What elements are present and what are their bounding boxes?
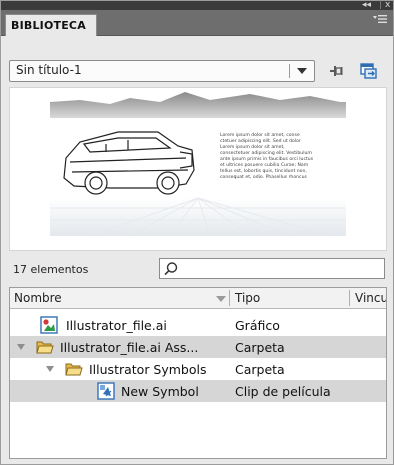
item-type: Carpeta (235, 362, 285, 377)
item-count: 17 elementos (13, 263, 89, 276)
expand-arrow-icon[interactable] (46, 366, 54, 372)
column-divider[interactable] (229, 290, 230, 306)
preview-line: Lorem ipsum dolor sit amet, (220, 144, 285, 150)
preview-line: ctetuer adipiscing elit. Sed ut dolor (220, 138, 301, 144)
item-type: Carpeta (235, 340, 285, 355)
collapse-icon[interactable]: ◂◂ (362, 0, 371, 10)
panel-menu-icon[interactable] (373, 13, 387, 27)
column-header-linkage[interactable]: Vincul (355, 291, 386, 305)
preview-line: ante ipsum primis in faucibus orci luctu… (220, 156, 314, 162)
title-separator: | (379, 0, 383, 10)
list-item[interactable]: New Symbol Clip de película (10, 380, 386, 402)
item-name: Illustrator_file.ai Ass... (60, 340, 199, 355)
symbol-preview: Lorem ipsum dolor sit amet, conse ctetue… (9, 87, 387, 251)
list-item[interactable]: Illustrator Symbols Carpeta (10, 358, 386, 380)
pin-icon[interactable] (325, 60, 347, 82)
panel-title-strip: ◂◂ | x (1, 0, 393, 10)
item-type: Clip de película (235, 384, 331, 399)
dropdown-divider (289, 64, 290, 78)
item-type: Gráfico (235, 318, 280, 333)
preview-artwork: Lorem ipsum dolor sit amet, conse ctetue… (50, 92, 346, 237)
graphic-symbol-icon (40, 316, 58, 334)
item-name: New Symbol (121, 384, 199, 399)
expand-arrow-icon[interactable] (17, 344, 25, 350)
chevron-down-icon[interactable] (297, 68, 307, 74)
column-header-name[interactable]: Nombre (14, 291, 62, 305)
preview-line: consectetuer adipiscing elit. Vestibulum (220, 150, 312, 156)
search-icon (164, 262, 178, 276)
column-divider[interactable] (349, 290, 350, 306)
document-dropdown-value: Sin título-1 (16, 63, 82, 77)
movie-clip-icon (97, 382, 115, 400)
folder-icon (65, 363, 83, 376)
preview-line: Lorem ipsum dolor sit amet, conse (220, 132, 300, 138)
panel-tab-row: BIBLIOTECA (1, 10, 393, 36)
sort-arrow-icon[interactable] (216, 296, 226, 302)
library-panel: ◂◂ | x BIBLIOTECA Sin título-1 Lorem ips… (0, 0, 394, 465)
preview-line: tellus est, lobortis quis, tincidunt non… (220, 168, 307, 174)
list-item[interactable]: Illustrator_file.ai Ass... Carpeta (10, 336, 386, 358)
tab-biblioteca[interactable]: BIBLIOTECA (5, 14, 97, 36)
item-name: Illustrator_file.ai (66, 318, 167, 333)
close-icon[interactable]: x (385, 0, 390, 10)
new-library-panel-icon[interactable] (357, 60, 379, 82)
preview-line: consequat et, odio. Phasellus rhoncus (220, 174, 307, 180)
search-input[interactable] (159, 258, 385, 279)
item-name: Illustrator Symbols (89, 362, 207, 377)
document-dropdown[interactable]: Sin título-1 (9, 60, 315, 82)
search-row: 17 elementos (1, 253, 393, 283)
preview-line: et ultrices posuere cubilia Curae; Nam (220, 162, 309, 168)
document-row: Sin título-1 (1, 37, 393, 87)
column-header-type[interactable]: Tipo (235, 291, 260, 305)
folder-icon (36, 341, 54, 354)
library-list: Nombre Tipo Vincul Illustrator_file.ai G… (9, 287, 387, 459)
list-header: Nombre Tipo Vincul (10, 288, 386, 309)
list-item[interactable]: Illustrator_file.ai Gráfico (10, 314, 386, 336)
